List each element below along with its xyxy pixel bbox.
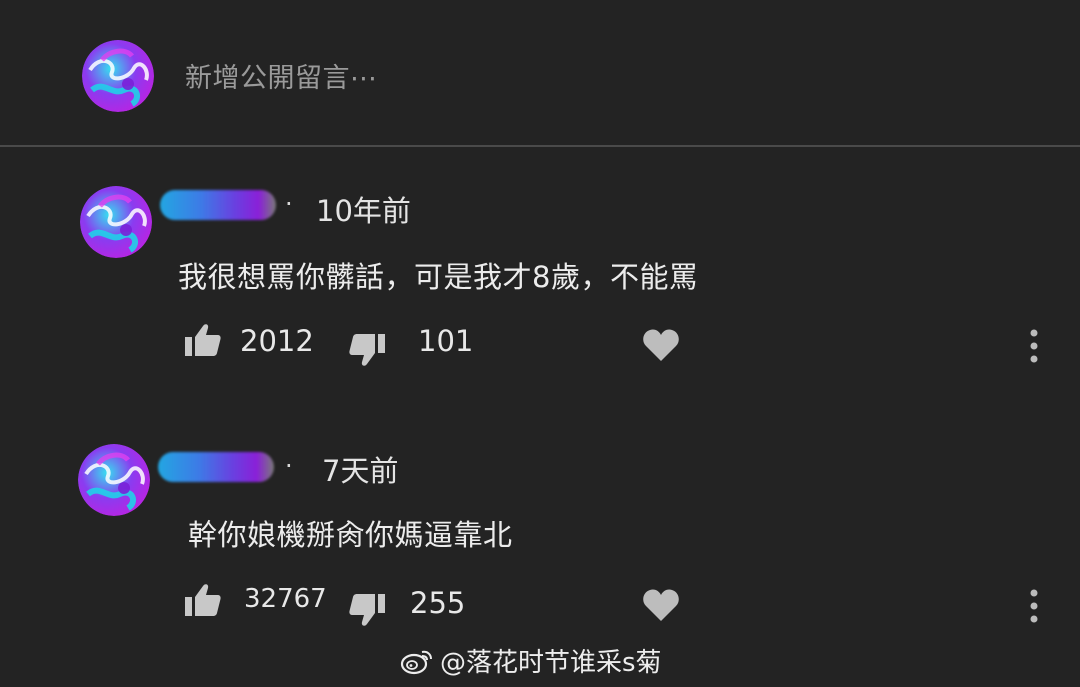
like-icon[interactable]: [184, 322, 222, 358]
commenter-name-redacted[interactable]: [158, 452, 274, 482]
more-options-icon[interactable]: [1028, 328, 1040, 366]
dislike-count: 255: [410, 586, 466, 620]
dislike-count: 101: [418, 324, 474, 358]
weibo-icon: [400, 650, 432, 674]
comment-timestamp: 7天前: [322, 454, 399, 488]
watermark: @落花时节谁采s菊: [400, 642, 662, 679]
avatar-image: [78, 444, 150, 516]
comment-text: 幹你娘機掰肏你媽逼靠北: [188, 518, 513, 552]
like-count: 32767: [244, 584, 327, 614]
divider: [0, 145, 1080, 147]
heart-icon[interactable]: [642, 588, 680, 622]
dislike-icon[interactable]: [348, 592, 386, 628]
like-count: 2012: [240, 324, 314, 358]
avatar-image: [82, 40, 154, 112]
like-icon[interactable]: [184, 582, 222, 618]
separator-dot: ·: [285, 190, 293, 218]
more-options-icon[interactable]: [1028, 588, 1040, 626]
commenter-avatar[interactable]: [80, 186, 152, 258]
watermark-text: @落花时节谁采s菊: [440, 648, 662, 678]
comment-timestamp: 10年前: [316, 194, 411, 228]
commenter-avatar[interactable]: [78, 444, 150, 516]
avatar-image: [80, 186, 152, 258]
comment-text: 我很想罵你髒話，可是我才8歲，不能罵: [178, 260, 699, 294]
comments-panel: 新增公開留言⋯ · 10年前 我很想罵你髒話，可是我才8歲，不能罵 2012 1…: [0, 0, 1080, 687]
separator-dot: ·: [285, 452, 293, 480]
commenter-name-redacted[interactable]: [160, 190, 276, 220]
dislike-icon[interactable]: [348, 332, 386, 368]
current-user-avatar[interactable]: [82, 40, 154, 112]
heart-icon[interactable]: [642, 328, 680, 362]
add-comment-input[interactable]: 新增公開留言⋯: [185, 56, 378, 95]
